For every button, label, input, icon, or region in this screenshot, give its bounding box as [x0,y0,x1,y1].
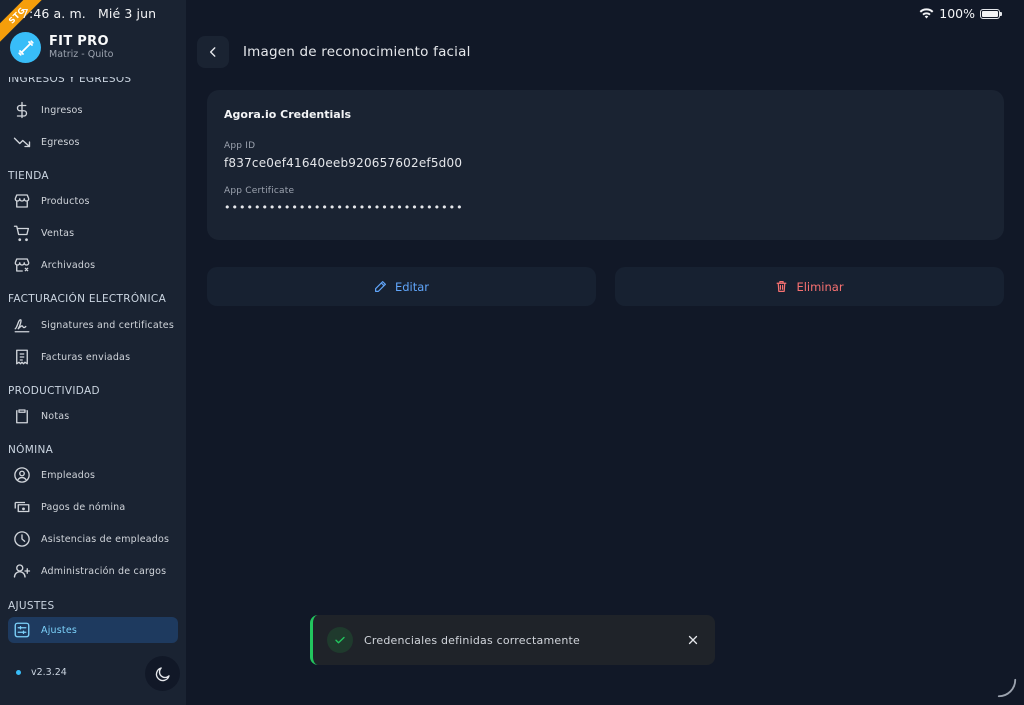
sidebar-item-attendance[interactable]: Asistencias de empleados [8,525,178,553]
moon-icon [155,666,170,681]
archived-store-icon [14,258,30,272]
sidebar-item-notes[interactable]: Notas [8,402,178,430]
clipboard-icon [16,409,28,424]
delete-button[interactable]: Eliminar [615,267,1004,306]
trash-icon [777,281,787,292]
check-icon [327,627,353,653]
sidebar-item-roles[interactable]: Administración de cargos [8,557,178,585]
loading-spinner-icon [997,678,1017,698]
settings-sliders-icon [14,622,30,638]
dollar-icon [16,101,28,119]
clock-icon [14,531,30,547]
sidebar-item-employees[interactable]: Empleados [8,461,178,489]
app-version: v2.3.24 [16,667,67,678]
sidebar-item-sales[interactable]: Ventas [8,219,178,247]
toast-message: Credenciales definidas correctamente [364,633,580,647]
signature-icon [14,319,30,333]
battery-percent: 100% [939,6,975,21]
app-id-label: App ID [224,141,256,151]
sidebar-item-payroll-payments[interactable]: Pagos de nómina [8,493,178,521]
pencil-icon [374,281,386,292]
status-date: Mié 3 jun [98,6,157,21]
card-title: Agora.io Credentials [224,108,352,121]
sidebar-item-archived[interactable]: Archivados [8,251,178,279]
wifi-icon [919,8,934,19]
app-certificate-value: •••••••••••••••••••••••••••••••• [224,201,464,214]
trending-down-icon [13,137,31,148]
sidebar-item-settings[interactable]: Ajustes [8,617,178,643]
status-dot [16,670,21,675]
theme-toggle-button[interactable] [145,656,180,691]
back-button[interactable] [197,36,229,68]
section-productivity: PRODUCTIVIDAD [8,385,100,397]
receipt-icon [16,349,28,365]
section-store: TIENDA [8,170,49,182]
close-icon[interactable] [685,632,701,648]
battery-icon [980,8,1002,19]
sidebar-item-income[interactable]: Ingresos [8,96,178,124]
edit-button[interactable]: Editar [207,267,596,306]
store-icon [14,194,30,208]
credentials-card: Agora.io Credentials App ID f837ce0ef416… [207,90,1004,240]
chevron-left-icon [209,47,216,57]
user-plus-icon [13,564,31,578]
section-finance: INGRESOS Y EGRESOS [8,77,132,85]
success-toast: Credenciales definidas correctamente [310,615,715,665]
section-payroll: NÓMINA [8,444,54,456]
user-circle-icon [14,467,30,483]
dumbbell-logo-icon [10,32,41,63]
cart-icon [13,225,30,242]
sidebar: STG FIT PRO Matriz - Quito INGRESOS Y EG… [0,0,186,705]
sidebar-item-products[interactable]: Productos [8,187,178,215]
sidebar-item-signatures[interactable]: Signatures and certificates [8,311,178,339]
brand-name: FIT PRO [49,33,109,49]
app-certificate-label: App Certificate [224,186,295,196]
cash-hand-icon [14,501,30,513]
page-title: Imagen de reconocimiento facial [243,44,471,60]
status-indicators: 100% [919,6,1002,21]
status-clock: 7:46 a. m. [21,6,86,21]
section-billing: FACTURACIÓN ELECTRÓNICA [8,293,167,305]
section-settings: AJUSTES [8,600,55,612]
sidebar-item-expenses[interactable]: Egresos [8,128,178,156]
status-time: 7:46 a. m. Mié 3 jun [21,6,156,21]
app-id-value: f837ce0ef41640eeb920657602ef5d00 [224,156,463,170]
brand[interactable]: FIT PRO Matriz - Quito [10,32,113,63]
brand-branch: Matriz - Quito [49,48,114,60]
sidebar-item-invoices[interactable]: Facturas enviadas [8,343,178,371]
